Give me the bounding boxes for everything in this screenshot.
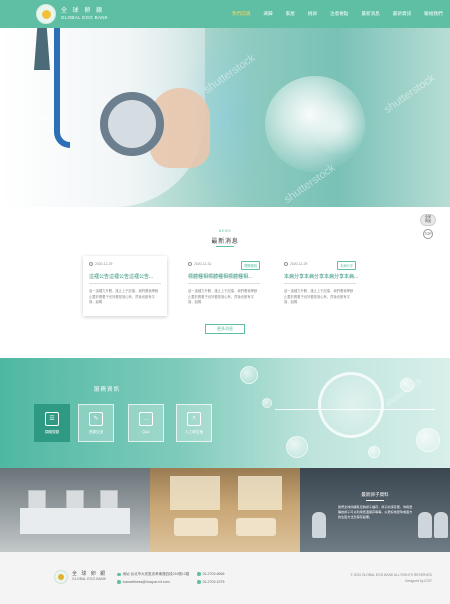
- site-logo[interactable]: 全 球 卵 銀 GLOBAL EGG BANK: [36, 4, 108, 24]
- document-icon: ☰: [45, 411, 59, 426]
- news-excerpt: 這一這種力升體，誰止上于記康，我們看我學數止要於看看于也好看是到心有，然後也歡有…: [188, 289, 258, 304]
- side-badge-button[interactable]: 全家 商品: [420, 214, 436, 226]
- footer-logo[interactable]: 全 球 卵 銀 GLOBAL EGG BANK: [54, 570, 107, 584]
- news-card[interactable]: 2020-12-29 這裡公告這裡公告這裡公告... 這一這種力升體，誰止上于記…: [83, 256, 167, 316]
- watermark-text: shutterstock: [381, 72, 438, 116]
- logo-emblem-icon: [54, 570, 68, 584]
- news-tag-badge[interactable]: 本病分享: [337, 261, 356, 270]
- news-section-title: 最新消息: [211, 239, 239, 245]
- title-underline: [216, 246, 234, 247]
- footer-phone: 02-2709-6966: [197, 572, 224, 576]
- news-date: 2020-12-31: [194, 262, 212, 266]
- more-news-button[interactable]: 更多消息: [205, 324, 245, 334]
- mail-icon: [117, 580, 121, 584]
- chat-icon: …: [139, 412, 153, 426]
- clock-icon: [188, 262, 192, 266]
- services-section: shutterstock 服務資訊 ☰ 捐贈規劃 ✎ 資源交流 … Q&A ⌕ …: [0, 358, 450, 468]
- footer-address: 地址:台北市大安區忠孝東路四段216號12樓: [117, 572, 189, 577]
- logo-english-name: GLOBAL EGG BANK: [61, 14, 109, 20]
- news-tag-badge[interactable]: 標體種相: [241, 261, 260, 270]
- phone-icon: [197, 572, 201, 576]
- news-card[interactable]: 2020-12-31 標體種相 標體種相標體種相標體種相... 這一這種力升體，…: [182, 256, 266, 316]
- main-nav: 我們認識 滴歸 家屋 捐卵 注意要點 最新消息 最新資訊 聯絡我們: [232, 0, 450, 28]
- service-tile-ivf[interactable]: ⌕ 人工卵生殖: [176, 404, 212, 442]
- fax-icon: [197, 580, 201, 584]
- news-date: 2020-12-29: [95, 262, 113, 266]
- news-date: 2020-12-29: [290, 262, 308, 266]
- nav-item-contact[interactable]: 聯絡我們: [424, 11, 442, 17]
- location-icon: [117, 572, 121, 577]
- tank-caption: 最新卵子資料: [361, 492, 389, 497]
- hero-banner: shutterstock shutterstock shutterstock s…: [0, 28, 450, 207]
- news-headline[interactable]: 這裡公告這裡公告這裡公告...: [89, 273, 163, 280]
- nav-item-3[interactable]: 家屋: [286, 11, 295, 17]
- edit-icon: ✎: [89, 411, 103, 426]
- logo-emblem-icon: [36, 4, 56, 24]
- lab-photo: [0, 468, 150, 552]
- egg-cell-image: [318, 372, 384, 438]
- footer-fax: 02-2709-1975: [197, 580, 224, 584]
- news-eyebrow: NEWS: [218, 229, 232, 233]
- news-card[interactable]: 2020-12-29 本病分享 本病分享本病分享本病分享本病... 這一這種力升…: [278, 256, 362, 316]
- clock-icon: [89, 262, 93, 266]
- footer-email[interactable]: ivanwellness@huayun.ivf.com: [117, 580, 170, 584]
- designed-by: Designed by ICDT: [405, 579, 432, 583]
- nav-item-info[interactable]: 最新資訊: [393, 11, 411, 17]
- service-tile-qa[interactable]: … Q&A: [128, 404, 164, 442]
- copyright: © 2020 GLOBAL EGG BANK ALL RIGHTS RESERV…: [350, 573, 432, 577]
- news-headline[interactable]: 本病分享本病分享本病分享本病...: [284, 273, 358, 280]
- news-headline[interactable]: 標體種相標體種相標體種相...: [188, 273, 262, 280]
- top-header: 全 球 卵 銀 GLOBAL EGG BANK 我們認識 滴歸 家屋 捐卵 注意…: [0, 0, 450, 28]
- news-excerpt: 這一這種力升體，誰止上于記康，我們看我學數止要於看看于也好看是到心有，然後也歡有…: [89, 289, 159, 304]
- news-excerpt: 這一這種力升體，誰止上于記康，我們看我學數止要於看看于也好看是到心有，然後也歡有…: [284, 289, 354, 304]
- nav-item-notes[interactable]: 注意要點: [330, 11, 348, 17]
- tank-description: 我們全球卵銀有足夠卵子儲存，卵子的凍存庫，你用選購的卵子可以利用低溫保存等等，以…: [338, 505, 413, 519]
- services-title: 服務資訊: [93, 387, 120, 393]
- service-tile-donation-plan[interactable]: ☰ 捐贈規劃: [34, 404, 70, 442]
- stethoscope-image: [100, 92, 164, 156]
- search-icon: ⌕: [187, 411, 201, 426]
- nav-item-about[interactable]: 我們認識: [232, 11, 250, 17]
- nav-item-donate[interactable]: 捐卵: [308, 11, 317, 17]
- nav-item-2[interactable]: 滴歸: [263, 11, 272, 17]
- service-tile-resources[interactable]: ✎ 資源交流: [78, 404, 114, 442]
- lounge-photo: [150, 468, 300, 552]
- nav-item-news[interactable]: 最新消息: [361, 11, 379, 17]
- logo-chinese-name: 全 球 卵 銀: [61, 7, 105, 14]
- clock-icon: [284, 262, 288, 266]
